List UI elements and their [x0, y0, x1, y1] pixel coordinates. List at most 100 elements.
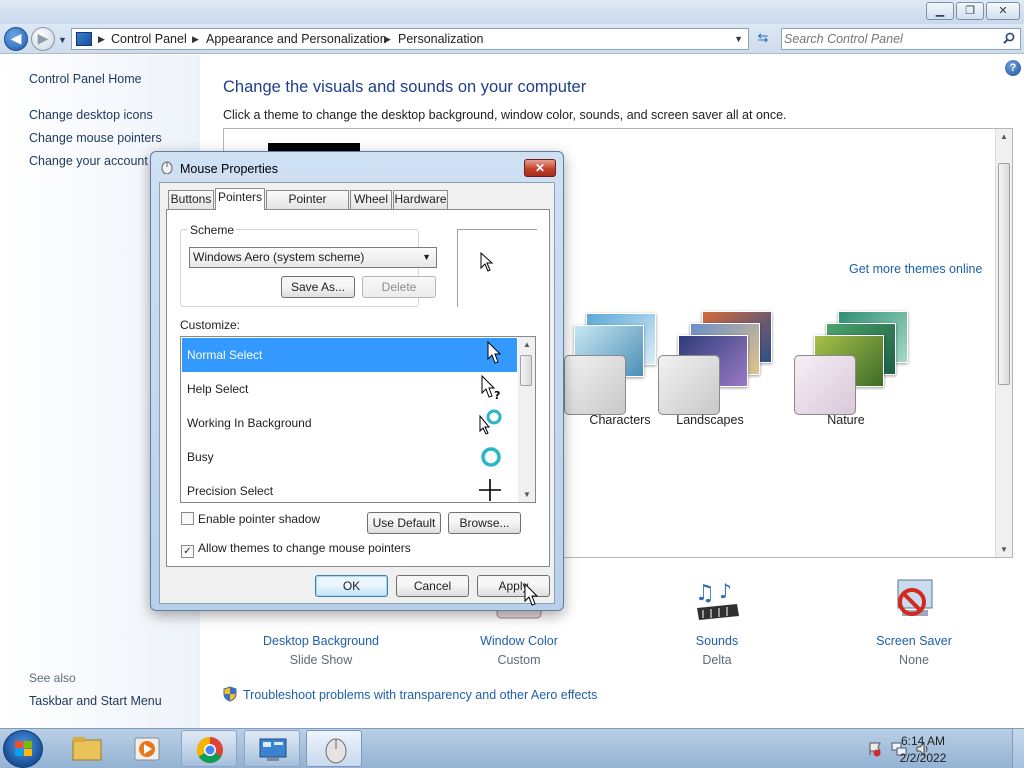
chrome-icon — [196, 736, 223, 764]
window-color-link[interactable]: Window Color — [444, 634, 594, 648]
scheme-group: Scheme Windows Aero (system scheme) ▼ Sa… — [180, 223, 437, 307]
see-also-heading: See also — [29, 671, 76, 685]
search-input[interactable] — [784, 31, 994, 47]
troubleshoot-link[interactable]: Troubleshoot problems with transparency … — [223, 686, 597, 702]
scroll-down-icon[interactable]: ▼ — [523, 490, 531, 499]
theme-nature[interactable]: Nature — [778, 299, 914, 439]
control-panel-icon — [259, 738, 287, 761]
list-item[interactable]: Working In Background — [182, 406, 517, 440]
pointer-name: Help Select — [187, 382, 249, 396]
scrollbar-thumb[interactable] — [998, 163, 1010, 385]
search-icon[interactable] — [1003, 32, 1015, 44]
desktop-background-link[interactable]: Desktop Background — [246, 634, 396, 648]
breadcrumb-control-panel[interactable]: Control Panel — [111, 32, 187, 46]
delete-button[interactable]: Delete — [362, 276, 436, 298]
pointer-list[interactable]: Normal Select Help Select ? Working In B… — [180, 336, 536, 503]
pointer-list-scrollbar[interactable]: ▲ ▼ — [518, 337, 535, 502]
control-panel-home-link[interactable]: Control Panel Home — [29, 72, 142, 86]
help-select-cursor-icon: ? — [481, 375, 500, 401]
checkbox-box[interactable] — [181, 512, 194, 525]
page-title: Change the visuals and sounds on your co… — [223, 78, 587, 96]
close-button[interactable]: ✕ — [986, 2, 1020, 20]
save-as-button[interactable]: Save As... — [281, 276, 355, 298]
use-default-button[interactable]: Use Default — [367, 512, 441, 534]
scroll-up-icon[interactable]: ▲ — [523, 340, 531, 349]
screen-saver-item[interactable]: Screen Saver None — [839, 578, 989, 667]
pointer-name: Normal Select — [187, 348, 263, 362]
help-icon[interactable]: ? — [1005, 60, 1021, 76]
tab-pointers[interactable]: Pointers — [215, 188, 265, 210]
tab-hardware[interactable]: Hardware — [393, 190, 448, 209]
search-box[interactable] — [781, 28, 1021, 50]
breadcrumb-appearance[interactable]: Appearance and Personalization — [206, 32, 387, 46]
clock-time[interactable]: 6:14 AM — [888, 734, 958, 748]
windows-logo-icon — [15, 741, 32, 756]
screen-saver-value: None — [899, 653, 929, 667]
dialog-body: Buttons Pointers Pointer Options Wheel H… — [159, 182, 555, 604]
busy-cursor-icon — [481, 447, 501, 467]
dialog-title-bar[interactable]: Mouse Properties ✕ — [151, 152, 563, 182]
browse-button[interactable]: Browse... — [448, 512, 521, 534]
forward-button[interactable]: ▶ — [31, 27, 55, 51]
arrow-cursor-icon — [480, 252, 494, 272]
chevron-right-icon[interactable]: ▶ — [192, 34, 199, 45]
list-item[interactable]: Normal Select — [182, 338, 517, 372]
shield-icon — [223, 686, 237, 702]
scheme-label: Scheme — [188, 223, 237, 237]
list-item[interactable]: Busy — [182, 440, 517, 474]
change-desktop-icons-link[interactable]: Change desktop icons — [29, 108, 153, 122]
enable-pointer-shadow-checkbox[interactable]: Enable pointer shadow — [181, 512, 320, 526]
theme-list-scrollbar[interactable]: ▲ ▼ — [995, 129, 1012, 557]
start-button[interactable] — [3, 730, 43, 768]
tab-wheel[interactable]: Wheel — [350, 190, 392, 209]
taskbar-mouse-button[interactable] — [306, 730, 362, 767]
address-bar[interactable]: ▶ Control Panel ▶ Appearance and Persona… — [71, 28, 749, 50]
cancel-button[interactable]: Cancel — [396, 575, 469, 597]
taskbar-explorer-button[interactable] — [59, 730, 115, 767]
chevron-right-icon[interactable]: ▶ — [98, 34, 105, 45]
list-item[interactable]: Help Select ? — [182, 372, 517, 406]
change-mouse-pointers-link[interactable]: Change mouse pointers — [29, 131, 162, 145]
recent-pages-dropdown[interactable]: ▼ — [58, 35, 67, 45]
theme-label: Nature — [827, 413, 865, 427]
pointers-tab-panel: Scheme Windows Aero (system scheme) ▼ Sa… — [166, 209, 550, 567]
theme-landscapes[interactable]: Landscapes — [642, 299, 778, 439]
tab-buttons[interactable]: Buttons — [168, 190, 214, 209]
desktop-background-value: Slide Show — [289, 653, 353, 667]
svg-text:♫: ♫ — [695, 581, 715, 606]
clock-date[interactable]: 2/2/2022 — [888, 751, 958, 765]
scroll-down-icon[interactable]: ▼ — [1000, 545, 1008, 554]
taskbar-chrome-button[interactable] — [181, 730, 237, 767]
ok-button[interactable]: OK — [315, 575, 388, 597]
taskbar-media-player-button[interactable] — [119, 730, 175, 767]
screen-saver-link[interactable]: Screen Saver — [839, 634, 989, 648]
dialog-close-button[interactable]: ✕ — [524, 159, 556, 177]
breadcrumb-personalization[interactable]: Personalization — [398, 32, 483, 46]
taskbar-start-menu-link[interactable]: Taskbar and Start Menu — [29, 694, 162, 708]
pointer-name: Busy — [187, 450, 214, 464]
maximize-button[interactable]: ❐ — [956, 2, 984, 20]
minimize-button[interactable]: ▁ — [926, 2, 954, 20]
chevron-right-icon[interactable]: ▶ — [384, 34, 391, 45]
tab-pointer-options[interactable]: Pointer Options — [266, 190, 349, 223]
get-more-themes-link[interactable]: Get more themes online — [849, 262, 982, 276]
mouse-icon — [161, 161, 173, 174]
page-subtitle: Click a theme to change the desktop back… — [223, 108, 787, 122]
refresh-button[interactable]: ⇆ — [752, 30, 774, 48]
allow-themes-checkbox[interactable]: ✓ Allow themes to change mouse pointers — [181, 541, 411, 558]
back-button[interactable]: ◀ — [4, 27, 28, 51]
show-desktop-button[interactable] — [1012, 729, 1024, 768]
taskbar-control-panel-button[interactable] — [244, 730, 300, 767]
list-item[interactable]: Precision Select — [182, 474, 517, 502]
checkbox-box[interactable]: ✓ — [181, 545, 194, 558]
working-in-background-cursor-icon — [479, 409, 502, 435]
sounds-item[interactable]: ♫ ♪ Sounds Delta — [642, 578, 792, 667]
chevron-down-icon[interactable]: ▼ — [734, 34, 743, 44]
scrollbar-thumb[interactable] — [520, 355, 532, 386]
mouse-properties-dialog: Mouse Properties ✕ Buttons Pointers Poin… — [150, 151, 564, 611]
scroll-up-icon[interactable]: ▲ — [1000, 132, 1008, 141]
scheme-dropdown[interactable]: Windows Aero (system scheme) ▼ — [189, 247, 437, 268]
action-center-icon[interactable] — [868, 741, 882, 757]
sounds-link[interactable]: Sounds — [642, 634, 792, 648]
address-toolbar: ◀ ▶ ▼ ▶ Control Panel ▶ Appearance and P… — [0, 24, 1024, 54]
